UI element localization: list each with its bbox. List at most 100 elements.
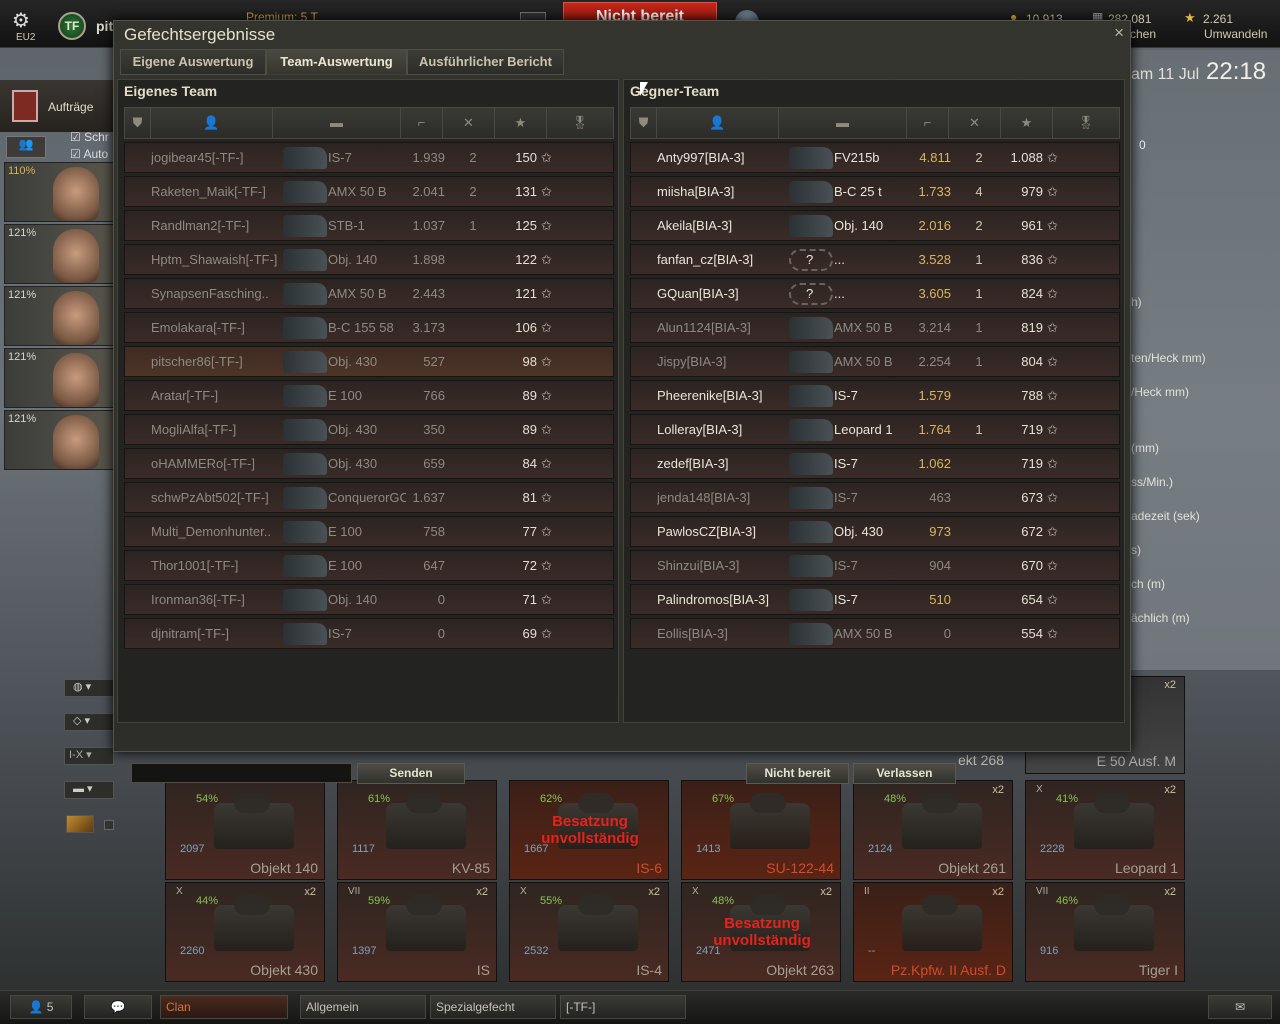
player-name: jogibear45[-TF-] [151,150,244,165]
player-name: MogliAlfa[-TF-] [151,422,237,437]
tank-card[interactable]: II x2 -- Pz.Kpfw. II Ausf. D [853,882,1013,982]
not-ready-button[interactable]: Nicht bereit [746,763,849,784]
table-row[interactable]: Thor1001[-TF-] E 100 647 72 ✩ [124,550,614,581]
filter-checkbox[interactable] [104,820,114,830]
table-row[interactable]: Ironman36[-TF-] Obj. 140 0 71 ✩ [124,584,614,615]
tank-card[interactable]: X 48% x2 2471 Besatzung unvollständig Objekt … [681,882,841,982]
channel-general[interactable]: Allgemein [300,995,426,1019]
table-row[interactable]: MogliAlfa[-TF-] Obj. 430 350 89 ✩ [124,414,614,445]
crew-group-icon[interactable]: 👥 [6,136,46,158]
xp-column-icon[interactable]: ★ [495,108,547,138]
table-row[interactable]: PawlosCZ[BIA-3] Obj. 430 973 672 ✩ [630,516,1120,547]
tank-card[interactable]: 61% 1117 KV-85 [337,780,497,880]
missions-panel[interactable]: Aufträge [0,80,114,132]
player-column-icon[interactable]: 👤 [151,108,273,138]
send-button[interactable]: Senden [357,763,465,784]
crew-column: 110% 121% 121% 121% 121% [4,162,114,472]
crew-member[interactable]: 121% [4,410,114,470]
gear-icon[interactable]: ⚙ [12,8,30,33]
crew-member[interactable]: 121% [4,224,114,284]
squad-column-icon[interactable]: ⛊ [631,108,657,138]
table-row[interactable]: Pheerenike[BIA-3] IS-7 1.579 788 ✩ [630,380,1120,411]
own-team-title: Eigenes Team [124,83,218,99]
table-row[interactable]: Hptm_Shawaish[-TF-] Obj. 140 1.898 122 ✩ [124,244,614,275]
tank-card[interactable]: 54% 2097 Objekt 140 [165,780,325,880]
medal-column-icon[interactable]: 🎖 [547,108,613,138]
tab-detailed-report[interactable]: Ausführlicher Bericht [407,49,564,75]
table-row[interactable]: Emolakara[-TF-] B-C 155 58 3.173 106 ✩ [124,312,614,343]
own-team-header: ⛊ 👤 ▬ ⌐ ✕ ★ 🎖 [124,107,614,139]
table-row[interactable]: Aratar[-TF-] E 100 766 89 ✩ [124,380,614,411]
table-row[interactable]: Akeila[BIA-3] Obj. 140 2.016 2 961 ✩ [630,210,1120,241]
tank-card[interactable]: X 44% x2 2260 Objekt 430 [165,882,325,982]
type-filter-dropdown[interactable]: ◇ ▾ [64,713,114,731]
nation-filter-dropdown[interactable]: ◍ ▾ [64,679,114,697]
table-row[interactable]: Alun1124[BIA-3] AMX 50 B 3.214 1 819 ✩ [630,312,1120,343]
checkbox-auto[interactable]: ☑ Auto [70,147,108,161]
table-row[interactable]: Multi_Demonhunter.. E 100 758 77 ✩ [124,516,614,547]
kills-column-icon[interactable]: ✕ [443,108,495,138]
table-row[interactable]: pitscher86[-TF-] Obj. 430 527 98 ✩ [124,346,614,377]
tank-column-icon[interactable]: ▬ [273,108,401,138]
table-row[interactable]: oHAMMERo[-TF-] Obj. 430 659 84 ✩ [124,448,614,479]
player-column-icon[interactable]: 👤 [657,108,779,138]
tank-card[interactable]: VII 59% x2 1397 IS [337,882,497,982]
table-row[interactable]: Randlman2[-TF-] STB-1 1.037 1 125 ✩ [124,210,614,241]
table-row[interactable]: Raketen_Maik[-TF-] AMX 50 B 2.041 2 131 ✩ [124,176,614,207]
table-row[interactable]: jogibear45[-TF-] IS-7 1.939 2 150 ✩ [124,142,614,173]
table-row[interactable]: Palindromos[BIA-3] IS-7 510 654 ✩ [630,584,1120,615]
damage-value: 2.443 [412,286,445,301]
player-name: SynapsenFasching.. [151,286,269,301]
tank-card[interactable]: X 55% x2 2532 IS-4 [509,882,669,982]
table-row[interactable]: zedef[BIA-3] IS-7 1.062 719 ✩ [630,448,1120,479]
table-row[interactable]: Lolleray[BIA-3] Leopard 1 1.764 1 719 ✩ [630,414,1120,445]
level-filter-dropdown[interactable]: I-X ▾ [64,747,114,765]
chat-icon[interactable]: 💬 [84,995,152,1019]
tank-column-icon[interactable]: ▬ [779,108,907,138]
convert-link[interactable]: Umwandeln [1204,27,1267,41]
close-icon[interactable]: × [1114,23,1124,43]
tab-own-results[interactable]: Eigene Auswertung [120,49,266,75]
table-row[interactable]: schwPzAbt502[-TF-] ConquerorGC 1.637 81 ✩ [124,482,614,513]
table-row[interactable]: GQuan[BIA-3]?... 3.605 1 824 ✩ [630,278,1120,309]
medal-column-icon[interactable]: 🎖 [1053,108,1119,138]
tank-card[interactable]: 62% 1667 Besatzung unvollständig IS-6 [509,780,669,880]
table-row[interactable]: SynapsenFasching.. AMX 50 B 2.443 121 ✩ [124,278,614,309]
xp-star-icon: ✩ [1047,456,1058,471]
table-row[interactable]: Shinzui[BIA-3] IS-7 904 670 ✩ [630,550,1120,581]
damage-column-icon[interactable]: ⌐ [907,108,949,138]
players-online-button[interactable]: 👤 5 [10,995,72,1019]
tank-card[interactable]: VII 46% x2 916 Tiger I [1025,882,1185,982]
tank-card[interactable]: X 41% x2 2228 Leopard 1 [1025,780,1185,880]
crew-member[interactable]: 121% [4,286,114,346]
channel-clan[interactable]: Clan [160,995,288,1019]
notifications-icon[interactable]: ✉ [1208,995,1272,1019]
leave-button[interactable]: Verlassen [853,763,956,784]
crew-member[interactable]: 110% [4,162,114,222]
damage-column-icon[interactable]: ⌐ [401,108,443,138]
channel-tf[interactable]: [-TF-] [560,995,686,1019]
tank-icon [789,555,833,577]
table-row[interactable]: fanfan_cz[BIA-3]?... 3.528 1 836 ✩ [630,244,1120,275]
credits-sub[interactable]: chen [1130,27,1156,41]
kills-column-icon[interactable]: ✕ [949,108,1001,138]
checkbox-school[interactable]: ☑ Schr [70,130,109,144]
table-row[interactable]: Jispy[BIA-3] AMX 50 B 2.254 1 804 ✩ [630,346,1120,377]
table-row[interactable]: miisha[BIA-3] B-C 25 t 1.733 4 979 ✩ [630,176,1120,207]
premium-filter-icon[interactable] [66,815,94,833]
tank-card[interactable]: 67% 1413 SU-122-44 [681,780,841,880]
channel-special[interactable]: Spezialgefecht [430,995,556,1019]
table-row[interactable]: Anty997[BIA-3] FV215b 4.811 2 1.088 ✩ [630,142,1120,173]
tank-filter-dropdown[interactable]: ▬ ▾ [64,781,114,799]
squad-column-icon[interactable]: ⛊ [125,108,151,138]
tank-card[interactable]: 48% x2 2124 Objekt 261 [853,780,1013,880]
tab-team-results[interactable]: Team-Auswertung [266,49,407,75]
crew-member[interactable]: 121% [4,348,114,408]
table-row[interactable]: djnitram[-TF-] IS-7 0 69 ✩ [124,618,614,649]
xp-column-icon[interactable]: ★ [1001,108,1053,138]
chat-input[interactable] [131,763,352,783]
table-row[interactable]: jenda148[BIA-3] IS-7 463 673 ✩ [630,482,1120,513]
clan-emblem-icon[interactable]: TF [58,12,86,40]
table-row[interactable]: Eollis[BIA-3] AMX 50 B 0 554 ✩ [630,618,1120,649]
player-name: Lolleray[BIA-3] [657,422,743,437]
